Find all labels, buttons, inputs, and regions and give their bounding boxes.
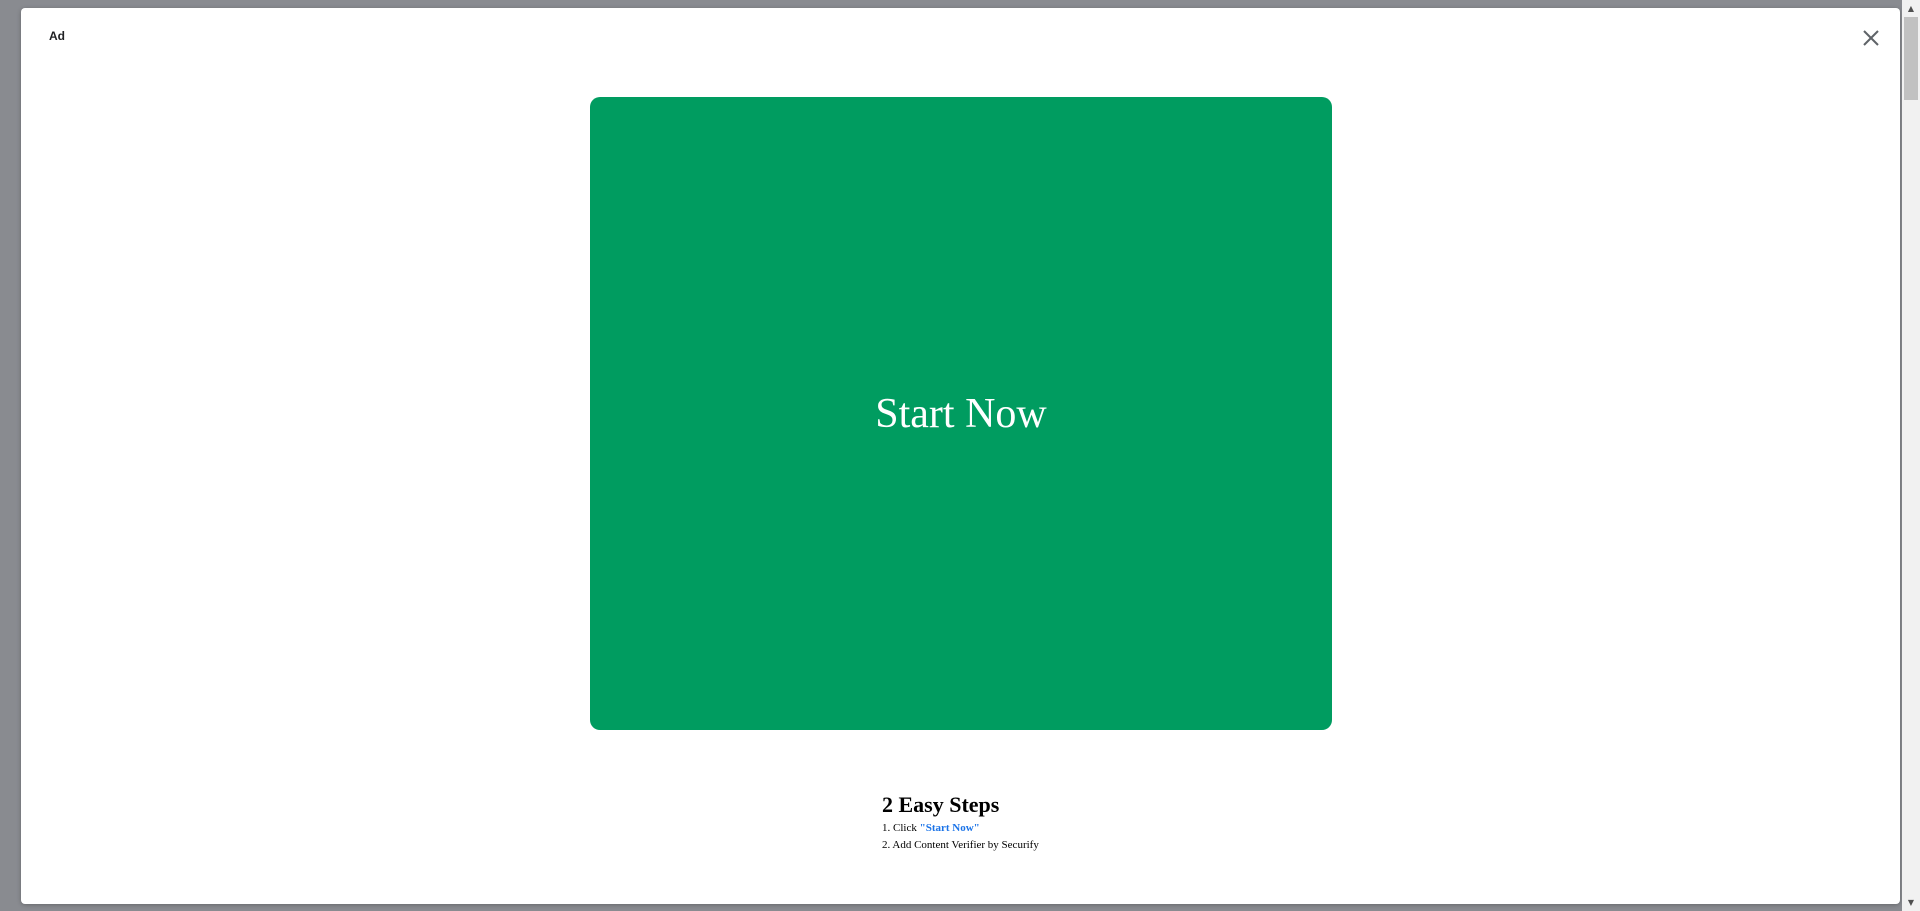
- down-arrow-icon[interactable]: ▼: [1902, 894, 1920, 911]
- step-2: 2. Add Content Verifier by Securify: [882, 839, 1039, 851]
- ad-label: Ad: [49, 29, 65, 43]
- start-now-button[interactable]: Start Now: [590, 97, 1332, 730]
- steps-title: 2 Easy Steps: [882, 792, 1000, 817]
- close-button[interactable]: [1858, 25, 1884, 51]
- up-arrow-icon[interactable]: ▲: [1902, 0, 1920, 17]
- close-icon: [1863, 30, 1879, 46]
- vertical-scrollbar[interactable]: ▲ ▼: [1902, 0, 1920, 911]
- start-now-link[interactable]: "Start Now": [920, 822, 980, 834]
- step-1: 1. Click "Start Now": [882, 821, 1039, 835]
- steps-section: 2 Easy Steps 1. Click "Start Now" 2. Add…: [882, 792, 1039, 852]
- start-now-label: Start Now: [875, 390, 1047, 437]
- ad-dialog: Ad Start Now 2 Easy Steps 1. Click "Star…: [21, 8, 1900, 904]
- step-1-prefix: 1. Click: [882, 822, 920, 834]
- scrollbar-thumb[interactable]: [1904, 17, 1918, 100]
